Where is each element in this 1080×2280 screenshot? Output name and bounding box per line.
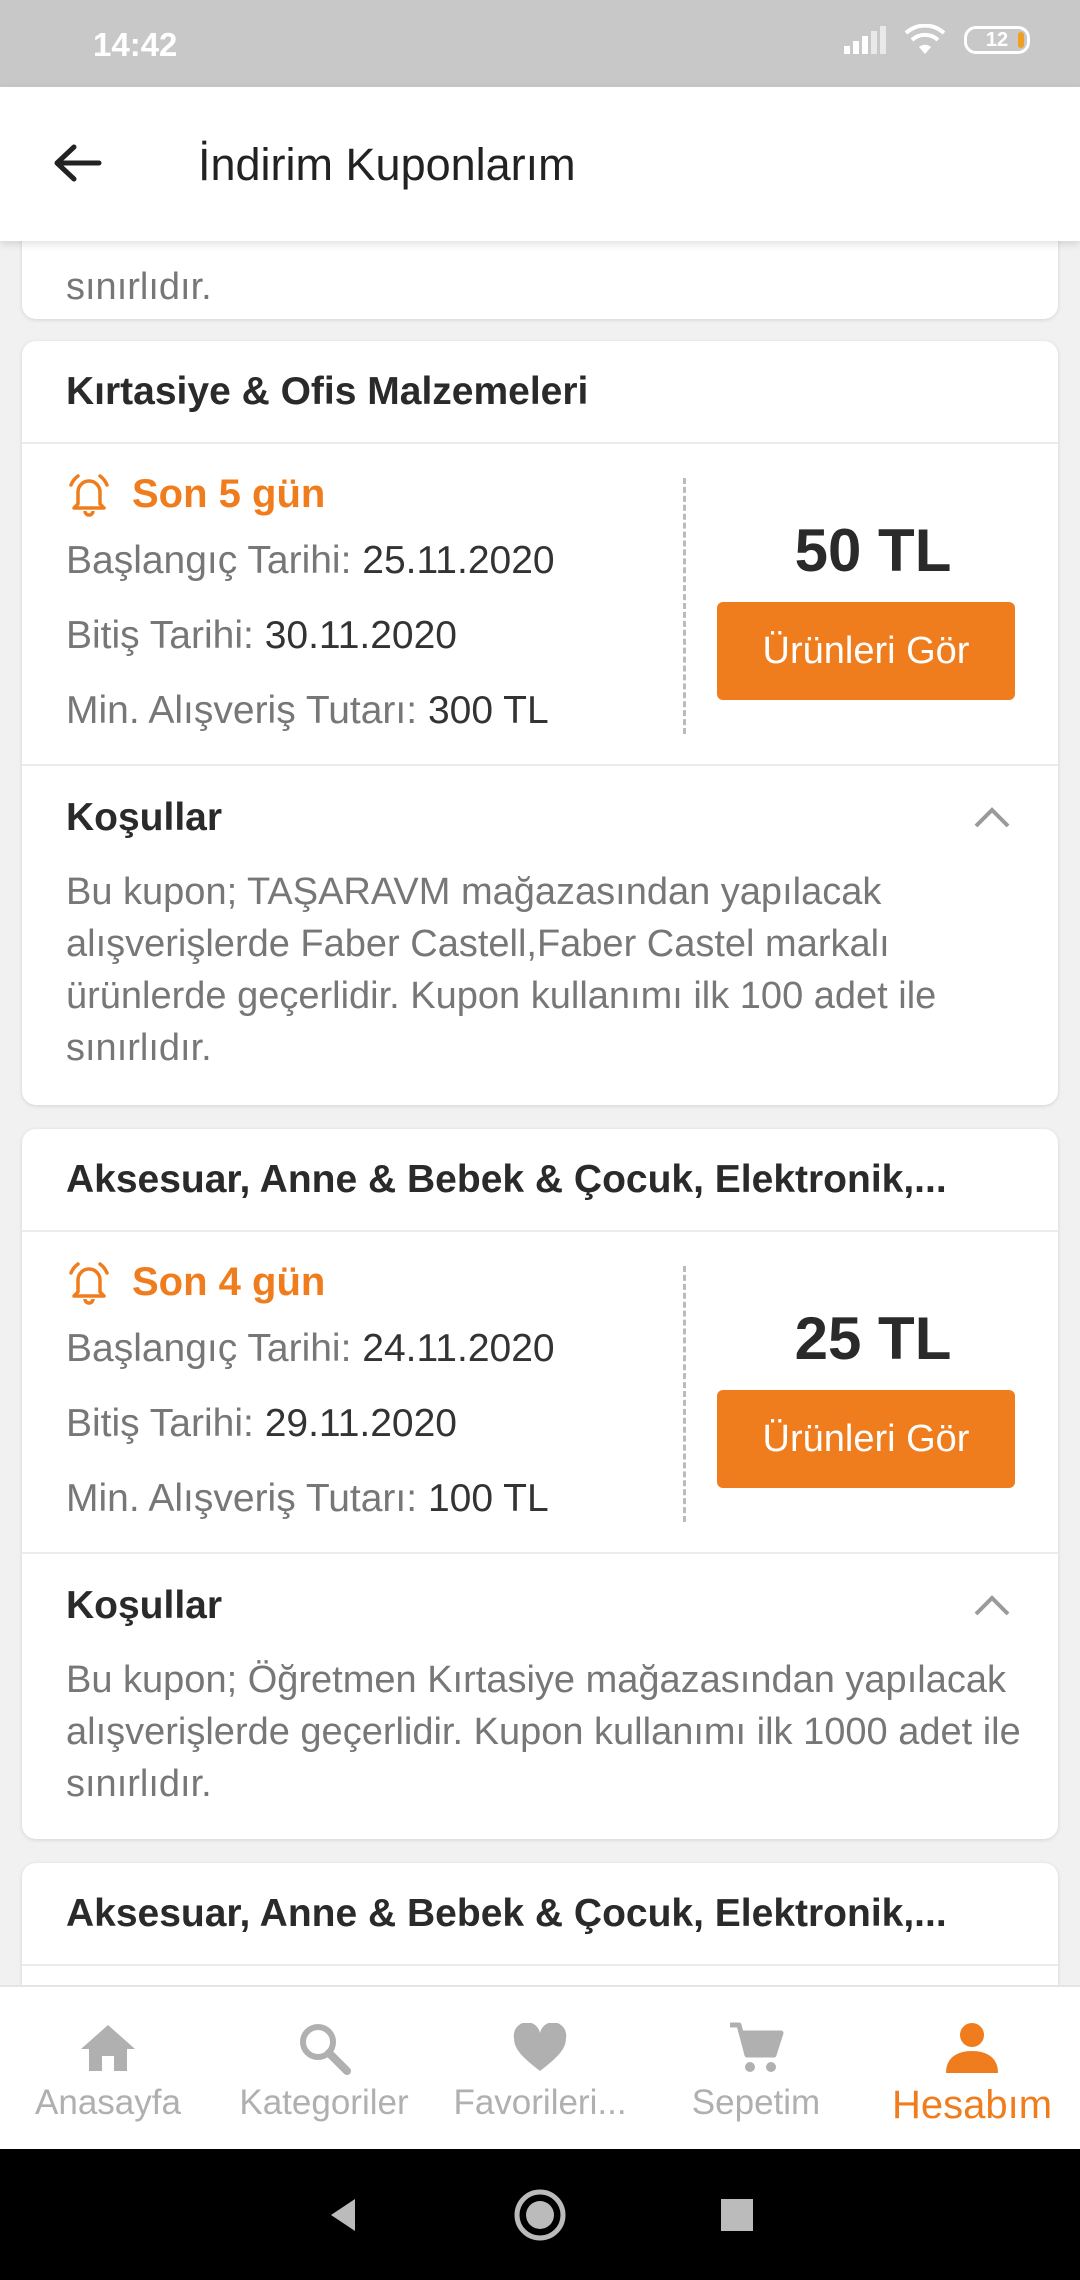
bell-icon [69,474,109,517]
nav-account[interactable]: Hesabım [864,1987,1080,2149]
recents-square-icon[interactable] [717,2195,757,2235]
coupon-category: Aksesuar, Anne & Bebek & Çocuk, Elektron… [22,1863,1058,1966]
dashed-divider [683,478,686,734]
coupon-card: Aksesuar, Anne & Bebek & Çocuk, Elektron… [22,1863,1058,1985]
coupon-amount: 25 TL [794,1305,952,1372]
back-triangle-icon[interactable] [323,2195,363,2235]
app-bar: İndirim Kuponlarım [0,87,1080,241]
terms-title: Koşullar [66,796,223,839]
terms-title: Koşullar [66,1584,223,1627]
nav-home[interactable]: Anasayfa [0,1987,216,2149]
nav-cart[interactable]: Sepetim [648,1987,864,2149]
coupon-card: Kırtasiye & Ofis Malzemeleri Son 5 gün B… [22,341,1058,1105]
bell-icon [69,1262,109,1305]
home-circle-icon[interactable] [513,2188,567,2242]
end-date: Bitiş Tarihi: 30.11.2020 [66,614,457,657]
nav-label: Sepetim [691,2083,821,2122]
chevron-up-icon[interactable] [970,1590,1014,1620]
status-time: 14:42 [93,26,178,63]
min-amount: Min. Alışveriş Tutarı: 100 TL [66,1477,549,1520]
start-date: Başlangıç Tarihi: 25.11.2020 [66,539,555,582]
view-products-button[interactable]: Ürünleri Gör [717,1390,1015,1488]
cart-icon [730,2022,784,2072]
status-bar: 14:42 12 [0,0,1080,87]
battery-level: 12 [985,28,1009,51]
remaining-days: Son 5 gün [66,471,325,517]
person-icon [946,2023,998,2073]
back-button[interactable] [48,133,108,193]
status-icons: 12 [844,24,1030,56]
chevron-up-icon[interactable] [970,802,1014,832]
terms-section[interactable]: Koşullar Bu kupon; Öğretmen Kırtasiye ma… [22,1554,1058,1837]
wifi-icon [904,24,946,54]
heart-icon [513,2023,567,2071]
remaining-days: Son 4 gün [66,1259,325,1305]
min-amount: Min. Alışveriş Tutarı: 300 TL [66,689,549,732]
start-date: Başlangıç Tarihi: 24.11.2020 [66,1327,555,1370]
coupon-list[interactable]: sınırlıdır. Kırtasiye & Ofis Malzemeleri… [0,241,1080,1985]
search-icon [300,2024,351,2075]
coupon-card-partial: sınırlıdır. [22,241,1058,319]
system-nav-bar [0,2149,1080,2280]
arrow-left-icon [54,144,102,182]
terms-section[interactable]: Koşullar Bu kupon; TAŞARAVM mağazasından… [22,766,1058,1103]
coupon-body: Son 4 gün Başlangıç Tarihi: 24.11.2020 B… [22,1232,1058,1554]
view-products-button[interactable]: Ürünleri Gör [717,602,1015,700]
coupon-category: Aksesuar, Anne & Bebek & Çocuk, Elektron… [22,1129,1058,1232]
nav-label: Anasayfa [35,2083,181,2122]
nav-categories[interactable]: Kategoriler [216,1987,432,2149]
nav-favorites[interactable]: Favorileri... [432,1987,648,2149]
end-date: Bitiş Tarihi: 29.11.2020 [66,1402,457,1445]
dashed-divider [683,1266,686,1522]
home-icon [81,2025,135,2071]
nav-label: Favorileri... [453,2083,627,2122]
coupon-category: Kırtasiye & Ofis Malzemeleri [22,341,1058,444]
page-title: İndirim Kuponlarım [198,139,576,190]
battery-icon: 12 [964,26,1030,54]
coupon-amount: 50 TL [794,517,952,584]
nav-label: Kategoriler [239,2083,409,2122]
signal-icon [844,26,886,54]
coupon-card: Aksesuar, Anne & Bebek & Çocuk, Elektron… [22,1129,1058,1839]
terms-text: Bu kupon; TAŞARAVM mağazasından yapılaca… [66,871,937,1069]
nav-label: Hesabım [891,2083,1053,2127]
coupon-body: Son 5 gün Başlangıç Tarihi: 25.11.2020 B… [22,444,1058,766]
bottom-nav: Anasayfa Kategoriler Favorileri... Sepet… [0,1985,1080,2149]
terms-text: sınırlıdır. [66,266,212,308]
terms-text: Bu kupon; Öğretmen Kırtasiye mağazasında… [66,1659,1021,1805]
